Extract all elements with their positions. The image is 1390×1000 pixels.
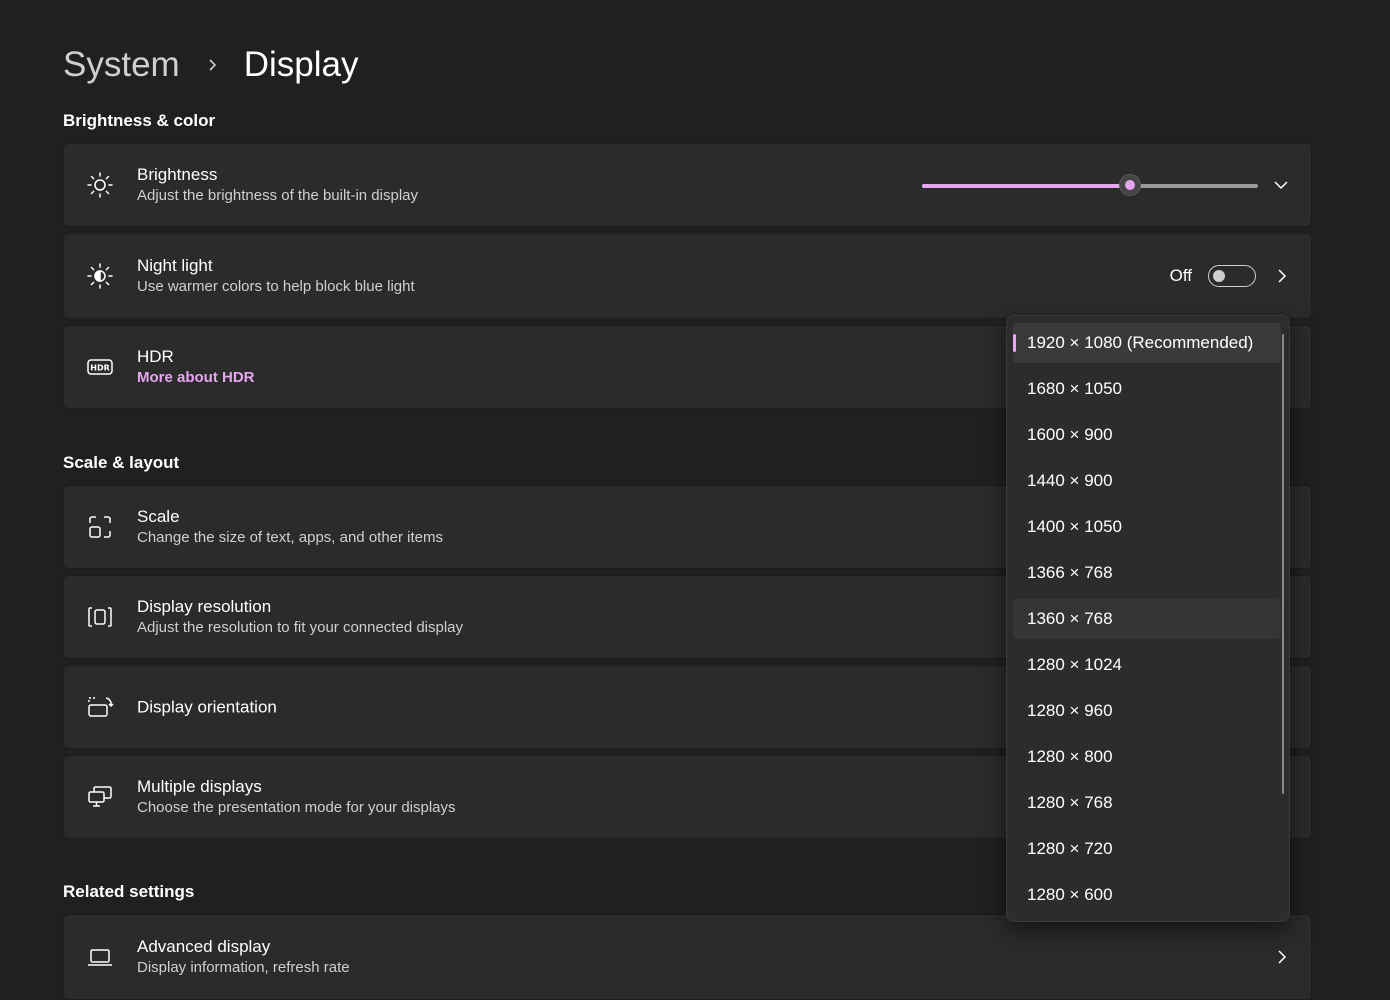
chevron-right-icon[interactable] bbox=[1275, 269, 1289, 283]
scale-title: Scale bbox=[137, 507, 180, 526]
night-light-state: Off bbox=[1169, 266, 1192, 285]
resolution-option[interactable]: 1360 × 768 bbox=[1013, 599, 1281, 639]
section-title-scale-layout: Scale & layout bbox=[63, 453, 180, 472]
resolution-option-label: 1920 × 1080 (Recommended) bbox=[1027, 333, 1254, 352]
night-light-toggle[interactable] bbox=[1208, 265, 1256, 287]
resolution-option-label: 1440 × 900 bbox=[1027, 471, 1113, 490]
brightness-card[interactable]: Brightness Adjust the brightness of the … bbox=[63, 143, 1312, 227]
breadcrumb: System Display bbox=[63, 40, 358, 90]
resolution-option-label: 1280 × 1024 bbox=[1027, 655, 1123, 674]
night-light-icon bbox=[86, 262, 114, 290]
brightness-slider-fill bbox=[922, 184, 1130, 188]
dropdown-scrollbar[interactable] bbox=[1282, 334, 1284, 794]
laptop-icon bbox=[86, 943, 114, 971]
brightness-slider[interactable] bbox=[922, 144, 1258, 226]
chevron-right-icon[interactable] bbox=[1275, 950, 1289, 964]
resolution-option-label: 1280 × 960 bbox=[1027, 701, 1113, 720]
resolution-icon bbox=[86, 603, 114, 631]
scale-icon bbox=[86, 513, 114, 541]
resolution-option-label: 1360 × 768 bbox=[1027, 609, 1113, 628]
resolution-option-label: 1280 × 720 bbox=[1027, 839, 1113, 858]
multiple-displays-icon bbox=[86, 783, 114, 811]
advanced-display-card[interactable]: Advanced display Display information, re… bbox=[63, 914, 1312, 1000]
resolution-title: Display resolution bbox=[137, 597, 272, 616]
resolution-option[interactable]: 1280 × 720 bbox=[1013, 829, 1281, 869]
hdr-icon: HDR bbox=[86, 353, 114, 381]
advanced-display-title: Advanced display bbox=[137, 937, 271, 956]
selected-indicator bbox=[1013, 334, 1016, 352]
chevron-right-icon bbox=[206, 58, 220, 72]
breadcrumb-system[interactable]: System bbox=[63, 45, 180, 85]
svg-text:HDR: HDR bbox=[90, 364, 110, 373]
resolution-option[interactable]: 1400 × 1050 bbox=[1013, 507, 1281, 547]
sun-icon bbox=[86, 171, 114, 199]
night-light-title: Night light bbox=[137, 256, 213, 275]
advanced-display-desc: Display information, refresh rate bbox=[137, 959, 350, 976]
resolution-option[interactable]: 1920 × 1080 (Recommended) bbox=[1013, 323, 1281, 363]
section-title-related: Related settings bbox=[63, 882, 195, 901]
resolution-option[interactable]: 1280 × 1024 bbox=[1013, 645, 1281, 685]
orientation-title: Display orientation bbox=[137, 697, 277, 717]
scale-desc: Change the size of text, apps, and other… bbox=[137, 529, 444, 546]
resolution-option-label: 1280 × 768 bbox=[1027, 793, 1113, 812]
resolution-option-label: 1280 × 800 bbox=[1027, 747, 1113, 766]
resolution-option[interactable]: 1366 × 768 bbox=[1013, 553, 1281, 593]
section-title-brightness-color: Brightness & color bbox=[63, 111, 216, 130]
chevron-down-icon[interactable] bbox=[1273, 177, 1289, 193]
resolution-option-label: 1280 × 600 bbox=[1027, 885, 1113, 904]
resolution-desc: Adjust the resolution to fit your connec… bbox=[137, 619, 464, 636]
multiple-displays-title: Multiple displays bbox=[137, 777, 262, 796]
hdr-title: HDR bbox=[137, 347, 174, 366]
resolution-option-label: 1600 × 900 bbox=[1027, 425, 1113, 444]
resolution-option[interactable]: 1680 × 1050 bbox=[1013, 369, 1281, 409]
brightness-slider-thumb[interactable] bbox=[1119, 174, 1141, 196]
resolution-option-label: 1366 × 768 bbox=[1027, 563, 1113, 582]
resolution-option[interactable]: 1280 × 800 bbox=[1013, 737, 1281, 777]
brightness-title: Brightness bbox=[137, 165, 218, 184]
hdr-more-link[interactable]: More about HDR bbox=[137, 367, 255, 388]
page-title: Display bbox=[243, 45, 359, 84]
resolution-option-label: 1680 × 1050 bbox=[1027, 379, 1123, 398]
brightness-desc: Adjust the brightness of the built-in di… bbox=[137, 187, 418, 204]
resolution-dropdown[interactable]: 1920 × 1080 (Recommended) 1680 × 1050 1600… bbox=[1006, 315, 1290, 922]
resolution-option[interactable]: 1280 × 960 bbox=[1013, 691, 1281, 731]
resolution-option[interactable]: 1600 × 900 bbox=[1013, 415, 1281, 455]
orientation-icon bbox=[86, 693, 114, 721]
multiple-displays-desc: Choose the presentation mode for your di… bbox=[137, 799, 456, 816]
resolution-option-label: 1400 × 1050 bbox=[1027, 517, 1123, 536]
night-light-card[interactable]: Night light Use warmer colors to help bl… bbox=[63, 233, 1312, 319]
resolution-option[interactable]: 1280 × 768 bbox=[1013, 783, 1281, 823]
night-light-desc: Use warmer colors to help block blue lig… bbox=[137, 278, 415, 295]
resolution-option[interactable]: 1280 × 600 bbox=[1013, 875, 1281, 915]
resolution-option[interactable]: 1440 × 900 bbox=[1013, 461, 1281, 501]
